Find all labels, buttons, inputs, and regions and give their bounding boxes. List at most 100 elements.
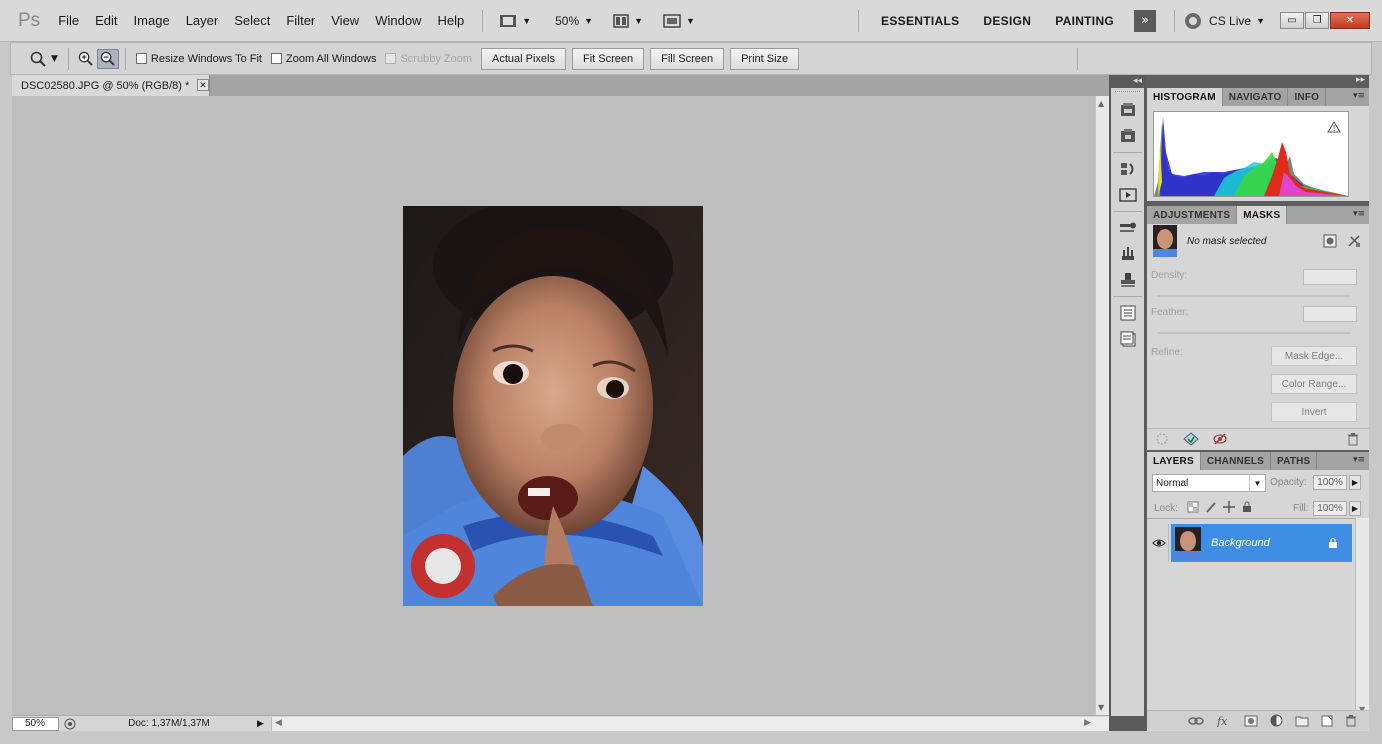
fit-screen-button[interactable]: Fit Screen (571, 47, 645, 70)
trash-icon[interactable] (1347, 432, 1359, 446)
checkbox-box[interactable] (135, 53, 147, 64)
close-window-button[interactable]: ✕ (1330, 12, 1370, 29)
dock-actions-button[interactable] (1111, 123, 1144, 149)
launch-bridge-button[interactable]: ▼ (493, 14, 537, 28)
layer-visibility-toggle[interactable] (1149, 524, 1169, 562)
menu-separator (482, 9, 484, 32)
adjustment-layer-icon[interactable] (1270, 714, 1283, 727)
layer-lock-icon (1329, 537, 1337, 548)
character-panel-icon (1120, 305, 1135, 321)
disable-mask-icon[interactable] (1213, 432, 1227, 446)
menu-help[interactable]: Help (429, 0, 472, 42)
tab-layers[interactable]: LAYERS (1147, 452, 1201, 470)
dock-animation-button[interactable] (1111, 156, 1144, 182)
scroll-left-icon[interactable]: ◀ (275, 717, 282, 728)
preview-icon (64, 718, 76, 729)
layer-style-fx-icon[interactable]: fx (1216, 715, 1232, 727)
add-layer-mask-icon[interactable] (1244, 715, 1258, 727)
tab-navigator[interactable]: NAVIGATO (1223, 88, 1289, 106)
dock-character-button[interactable] (1111, 300, 1144, 326)
new-layer-icon[interactable] (1321, 715, 1333, 727)
resize-windows-to-fit-checkbox[interactable]: Resize Windows To Fit (135, 53, 262, 65)
menu-select[interactable]: Select (226, 0, 278, 42)
zoom-in-button[interactable] (75, 49, 97, 69)
restore-button[interactable]: ❐ (1305, 12, 1329, 29)
svg-text:fx: fx (1216, 715, 1228, 727)
dock-clone-source-button[interactable] (1111, 241, 1144, 267)
color-range-button: Color Range... (1271, 374, 1357, 394)
arrange-documents-button[interactable]: ▼ (607, 13, 649, 28)
workspace-essentials[interactable]: ESSENTIALS (869, 14, 971, 28)
checkbox-label: Scrubby Zoom (400, 52, 472, 65)
tab-info[interactable]: INFO (1288, 88, 1327, 106)
scrubby-zoom-checkbox: Scrubby Zoom (385, 53, 472, 65)
zoom-level-select[interactable]: 50% ▼ (549, 14, 599, 28)
collapse-dock-icon[interactable]: ◂◂ (1133, 76, 1142, 86)
opacity-field[interactable]: 100% (1313, 475, 1347, 490)
document-tab[interactable]: DSC02580.JPG @ 50% (RGB/8) * ✕ (12, 75, 210, 96)
scroll-right-icon[interactable]: ▶ (1084, 717, 1091, 728)
menu-filter[interactable]: Filter (278, 0, 323, 42)
history-icon (1120, 103, 1135, 116)
menu-image[interactable]: Image (126, 0, 178, 42)
menu-layer[interactable]: Layer (178, 0, 227, 42)
more-workspaces-button[interactable]: » (1134, 9, 1157, 32)
layers-scrollbar[interactable]: ▼ (1355, 518, 1369, 716)
animation-icon (1120, 163, 1133, 175)
tab-adjustments[interactable]: ADJUSTMENTS (1147, 206, 1238, 224)
minimize-button[interactable]: ▭ (1280, 12, 1304, 29)
dock-measurement-button[interactable] (1111, 182, 1144, 208)
fill-screen-button[interactable]: Fill Screen (650, 47, 725, 70)
menu-edit[interactable]: Edit (87, 0, 125, 42)
tab-channels[interactable]: CHANNELS (1201, 452, 1272, 470)
menu-file[interactable]: File (50, 0, 87, 42)
cs-live-menu[interactable]: CS Live ▼ (1185, 12, 1265, 29)
zoom-tool-preset-picker[interactable] (27, 49, 49, 69)
menu-window[interactable]: Window (367, 0, 429, 42)
tab-paths[interactable]: PATHS (1271, 452, 1318, 470)
lock-image-icon[interactable] (1205, 501, 1217, 513)
opacity-arrow-icon[interactable]: ▶ (1349, 475, 1361, 490)
checkbox-box[interactable] (270, 53, 282, 64)
panel-menu-icon[interactable]: ▾≡ (1353, 209, 1365, 219)
dock-paragraph-button[interactable] (1111, 326, 1144, 352)
dock-tool-presets-button[interactable] (1111, 267, 1144, 293)
layer-row-background[interactable]: Background (1171, 524, 1352, 562)
screen-mode-button[interactable]: ▼ (657, 13, 701, 28)
panel-menu-icon[interactable]: ▾≡ (1353, 455, 1365, 465)
workspace-painting[interactable]: PAINTING (1043, 14, 1126, 28)
vector-mask-icon[interactable] (1347, 234, 1361, 248)
document-canvas[interactable] (12, 96, 1095, 715)
fill-arrow-icon[interactable]: ▶ (1349, 501, 1361, 516)
lock-position-icon[interactable] (1223, 501, 1235, 513)
panel-menu-icon[interactable]: ▾≡ (1353, 91, 1365, 101)
pixel-mask-icon[interactable] (1323, 234, 1337, 248)
lock-all-icon[interactable] (1241, 501, 1253, 513)
close-document-icon[interactable]: ✕ (197, 79, 209, 91)
print-size-button[interactable]: Print Size (730, 47, 800, 70)
scroll-up-icon[interactable]: ▲ (1098, 99, 1104, 108)
delete-layer-trash-icon[interactable] (1345, 714, 1357, 727)
link-layers-icon[interactable] (1188, 716, 1204, 726)
scroll-down-icon[interactable]: ▼ (1098, 703, 1104, 712)
zoom-out-button[interactable] (96, 48, 119, 69)
tab-histogram[interactable]: HISTOGRAM (1147, 88, 1223, 106)
actual-pixels-button[interactable]: Actual Pixels (481, 47, 566, 70)
workspace-design[interactable]: DESIGN (971, 14, 1043, 28)
blend-mode-select[interactable]: Normal ▼ (1152, 474, 1266, 492)
apply-mask-icon[interactable] (1183, 431, 1199, 446)
tab-masks[interactable]: MASKS (1237, 206, 1288, 224)
dock-history-button[interactable] (1111, 97, 1144, 123)
menu-view[interactable]: View (323, 0, 367, 42)
canvas-vertical-scrollbar[interactable]: ▲ ▼ (1095, 96, 1109, 715)
canvas-horizontal-scrollbar[interactable]: ◀ ▶ (271, 716, 1109, 731)
lock-transparent-icon[interactable] (1187, 501, 1199, 513)
fill-field[interactable]: 100% (1313, 501, 1347, 516)
new-group-folder-icon[interactable] (1295, 715, 1309, 727)
dock-brushes-button[interactable] (1111, 215, 1144, 241)
status-zoom-field[interactable]: 50% (12, 716, 59, 731)
status-view-icon[interactable] (59, 718, 81, 730)
zoom-all-windows-checkbox[interactable]: Zoom All Windows (270, 53, 376, 65)
status-menu-arrow-icon[interactable]: ▶ (257, 718, 271, 729)
collapse-panels-icon[interactable]: ▸▸ (1356, 75, 1365, 85)
